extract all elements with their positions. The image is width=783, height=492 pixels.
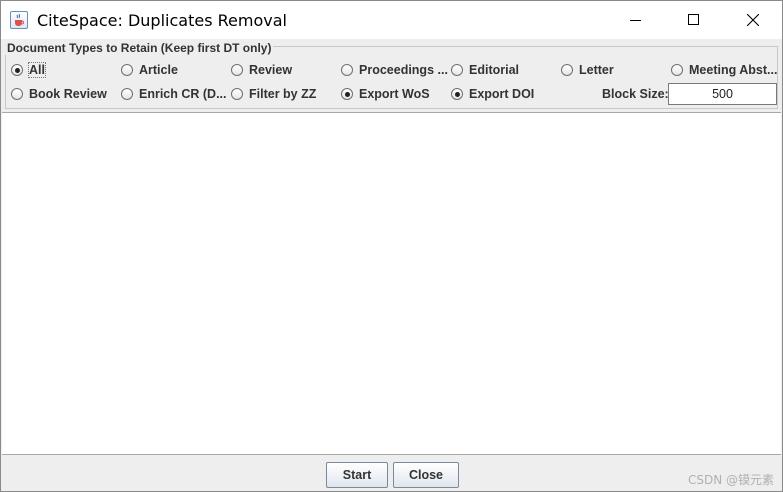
radio-label: All [28, 62, 46, 78]
radio-label: Article [139, 63, 178, 77]
radio-label: Enrich CR (D... [139, 87, 227, 101]
radio-label: Letter [579, 63, 614, 77]
radio-label: Export WoS [359, 87, 430, 101]
duplicates-removal-window: CiteSpace: Duplicates Removal Document T… [0, 0, 783, 492]
block-size-label: Block Size: [602, 87, 669, 101]
radio-filter-by-zz[interactable]: Filter by ZZ [231, 85, 316, 103]
radio-label: Proceedings ... [359, 63, 448, 77]
close-icon [747, 14, 759, 26]
window-title: CiteSpace: Duplicates Removal [37, 11, 287, 30]
radio-letter[interactable]: Letter [561, 61, 614, 79]
radio-export-doi[interactable]: Export DOI [451, 85, 534, 103]
maximize-button[interactable] [665, 1, 723, 39]
radio-review[interactable]: Review [231, 61, 292, 79]
radio-indicator[interactable] [231, 88, 243, 100]
radio-indicator[interactable] [11, 64, 23, 76]
radio-indicator[interactable] [341, 64, 353, 76]
radio-book-review[interactable]: Book Review [11, 85, 107, 103]
java-cup-icon [10, 11, 28, 29]
radio-indicator[interactable] [11, 88, 23, 100]
block-size-input[interactable] [668, 83, 777, 105]
radio-editorial[interactable]: Editorial [451, 61, 519, 79]
radio-label: Editorial [469, 63, 520, 77]
radio-label: Review [249, 63, 293, 77]
radio-label: Export DOI [469, 87, 535, 101]
minimize-button[interactable] [607, 1, 665, 39]
radio-indicator[interactable] [451, 88, 463, 100]
radio-proceedings[interactable]: Proceedings ... [341, 61, 448, 79]
panel-legend: Document Types to Retain (Keep first DT … [5, 41, 274, 55]
watermark: CSDN @镆元素 [687, 473, 774, 487]
radio-article[interactable]: Article [121, 61, 178, 79]
close-window-button[interactable] [724, 1, 782, 39]
radio-label: Book Review [29, 87, 107, 101]
radio-indicator[interactable] [121, 88, 133, 100]
radio-label: Meeting Abst... [689, 63, 778, 77]
radio-indicator[interactable] [341, 88, 353, 100]
log-output-area[interactable] [2, 112, 781, 455]
maximize-icon [688, 14, 699, 25]
start-button[interactable]: Start [326, 462, 388, 488]
radio-export-wos[interactable]: Export WoS [341, 85, 430, 103]
radio-indicator[interactable] [231, 64, 243, 76]
minimize-icon [630, 20, 641, 21]
title-bar[interactable]: CiteSpace: Duplicates Removal [1, 1, 782, 39]
radio-enrich-cr[interactable]: Enrich CR (D... [121, 85, 227, 103]
radio-indicator[interactable] [561, 64, 573, 76]
radio-indicator[interactable] [121, 64, 133, 76]
close-button[interactable]: Close [393, 462, 459, 488]
radio-indicator[interactable] [451, 64, 463, 76]
radio-meeting-abstract[interactable]: Meeting Abst... [671, 61, 777, 79]
radio-all[interactable]: All [11, 61, 46, 79]
radio-label: Filter by ZZ [249, 87, 317, 101]
radio-indicator[interactable] [671, 64, 683, 76]
